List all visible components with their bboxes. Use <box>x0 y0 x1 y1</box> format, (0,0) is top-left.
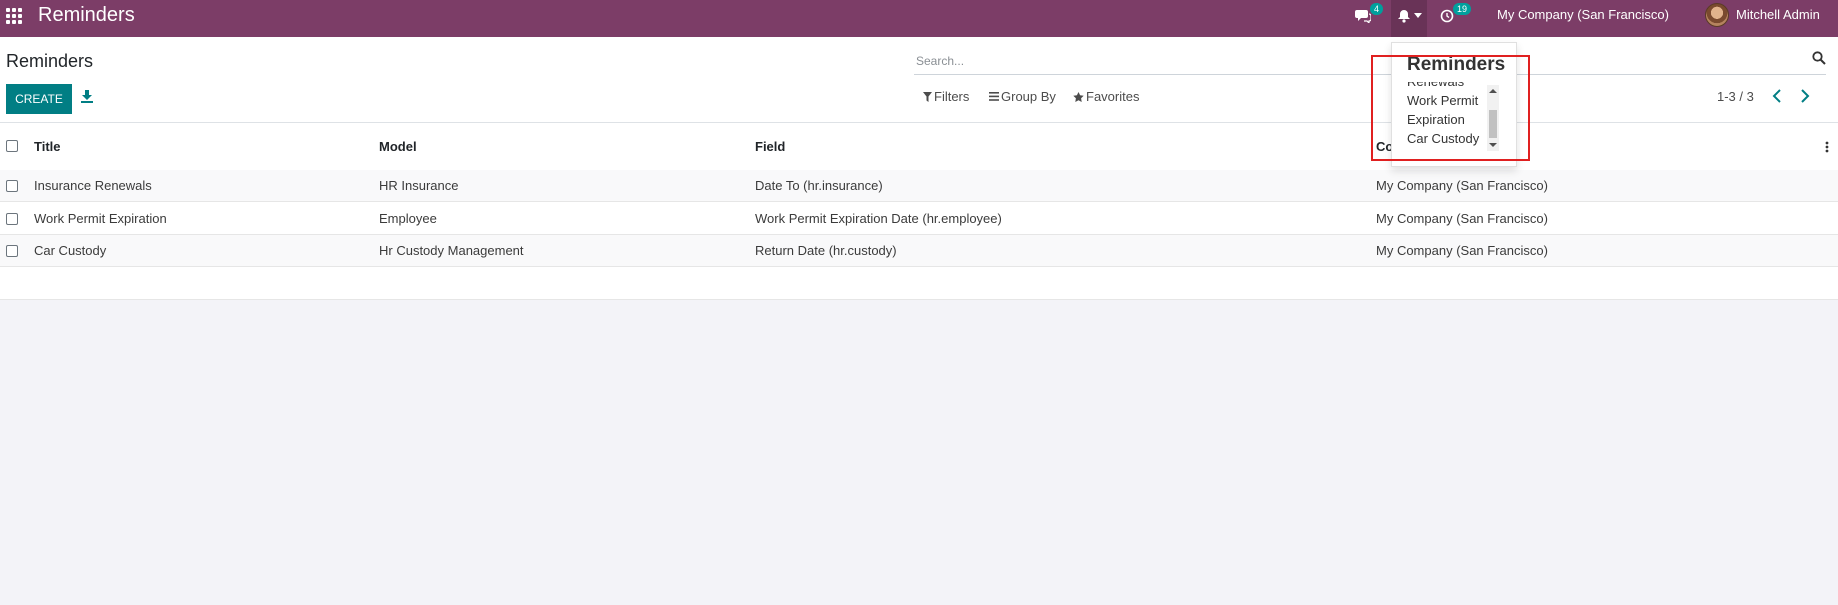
reminders-bell-button[interactable] <box>1391 0 1427 37</box>
empty-row <box>0 268 1838 300</box>
cell-field: Date To (hr.insurance) <box>755 178 883 193</box>
column-options-icon <box>1825 141 1829 153</box>
group-by-icon <box>989 92 999 101</box>
star-icon <box>1073 91 1084 102</box>
table-row[interactable]: Insurance Renewals HR Insurance Date To … <box>0 170 1838 202</box>
table-row[interactable]: Work Permit Expiration Employee Work Per… <box>0 203 1838 235</box>
filter-icon <box>923 91 932 102</box>
column-header-field[interactable]: Field <box>755 139 785 154</box>
cell-company: My Company (San Francisco) <box>1376 178 1548 193</box>
search-button[interactable] <box>1812 51 1826 65</box>
search-bar <box>914 49 1826 75</box>
group-by-label: Group By <box>1001 89 1056 104</box>
favorites-button[interactable]: Favorites <box>1073 89 1139 104</box>
cell-field: Return Date (hr.custody) <box>755 243 897 258</box>
column-header-title[interactable]: Title <box>34 139 61 154</box>
chevron-left-icon <box>1772 89 1781 103</box>
search-input[interactable] <box>916 51 1776 71</box>
chevron-right-icon <box>1801 89 1810 103</box>
list-view: Title Model Field Co Insurance Renewals … <box>0 123 1838 300</box>
cell-model: Hr Custody Management <box>379 243 524 258</box>
cell-title: Work Permit Expiration <box>34 211 167 226</box>
bell-icon <box>1397 9 1410 23</box>
row-checkbox[interactable] <box>6 213 18 225</box>
messages-button[interactable]: 4 <box>1355 0 1384 37</box>
cell-title: Car Custody <box>34 243 107 258</box>
pager-previous-button[interactable] <box>1772 89 1784 105</box>
messages-badge: 4 <box>1370 3 1384 15</box>
download-icon <box>81 90 93 103</box>
user-menu[interactable]: Mitchell Admin <box>1736 0 1820 29</box>
company-switcher[interactable]: My Company (San Francisco) <box>1497 0 1669 37</box>
table-row[interactable]: Car Custody Hr Custody Management Return… <box>0 235 1838 267</box>
apps-icon[interactable] <box>6 8 24 26</box>
app-title[interactable]: Reminders <box>38 4 135 27</box>
download-button[interactable] <box>80 89 98 107</box>
filters-label: Filters <box>934 89 970 104</box>
select-all-checkbox[interactable] <box>6 140 18 152</box>
create-button[interactable]: CREATE <box>6 84 72 114</box>
cell-model: Employee <box>379 211 437 226</box>
cell-company: My Company (San Francisco) <box>1376 211 1548 226</box>
cell-model: HR Insurance <box>379 178 459 193</box>
activities-button[interactable]: 19 <box>1440 0 1472 37</box>
pager-next-button[interactable] <box>1800 89 1812 105</box>
row-checkbox[interactable] <box>6 180 18 192</box>
chat-icon <box>1355 9 1371 23</box>
list-header: Title Model Field Co <box>0 123 1838 170</box>
column-options-button[interactable] <box>1825 141 1829 153</box>
search-icon <box>1812 51 1826 65</box>
column-header-model[interactable]: Model <box>379 139 417 154</box>
activities-badge: 19 <box>1453 3 1472 15</box>
page-title: Reminders <box>6 51 94 71</box>
cell-field: Work Permit Expiration Date (hr.employee… <box>755 211 1002 226</box>
favorites-label: Favorites <box>1086 89 1140 104</box>
top-navbar: Reminders 4 19 My Company (San Francisco… <box>0 0 1838 37</box>
group-by-button[interactable]: Group By <box>989 89 1056 104</box>
cell-title: Insurance Renewals <box>34 178 152 193</box>
caret-down-icon <box>1413 12 1422 18</box>
highlight-annotation <box>1371 55 1530 161</box>
avatar[interactable] <box>1705 3 1729 27</box>
clock-icon <box>1440 9 1454 22</box>
filters-button[interactable]: Filters <box>923 89 969 104</box>
control-panel: Reminders CREATE <box>0 37 1838 123</box>
pager-value[interactable]: 1-3 / 3 <box>1717 89 1754 104</box>
cell-company: My Company (San Francisco) <box>1376 243 1548 258</box>
row-checkbox[interactable] <box>6 245 18 257</box>
